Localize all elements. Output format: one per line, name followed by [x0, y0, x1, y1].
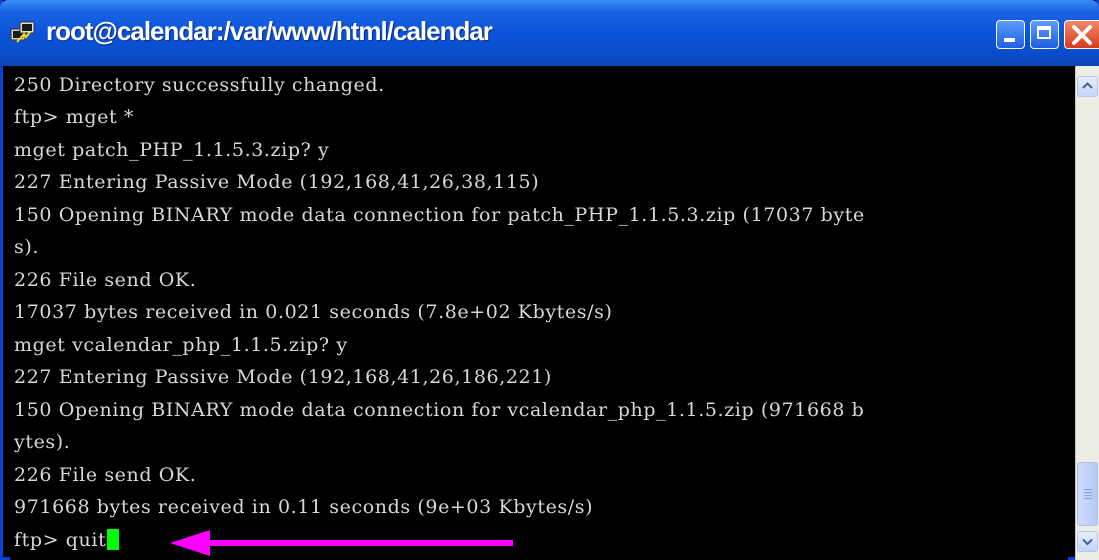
- window-title: root@calendar:/var/www/html/calendar: [46, 16, 493, 46]
- terminal-line: mget vcalendar_php_1.1.5.zip? y: [14, 334, 348, 356]
- terminal-line: 971668 bytes received in 0.11 seconds (9…: [14, 496, 594, 518]
- terminal-line: 17037 bytes received in 0.021 seconds (7…: [14, 301, 613, 323]
- terminal-line: ytes).: [14, 431, 71, 453]
- vertical-scrollbar[interactable]: [1075, 66, 1099, 560]
- terminal-line: 150 Opening BINARY mode data connection …: [14, 204, 865, 226]
- terminal-line: s).: [14, 236, 40, 258]
- terminal-line: 227 Entering Passive Mode (192,168,41,26…: [14, 171, 540, 193]
- terminal-line: 250 Directory successfully changed.: [14, 74, 385, 96]
- prompt-command: ftp> quit: [14, 529, 107, 551]
- terminal-line: ftp> mget *: [14, 106, 134, 128]
- scroll-thumb[interactable]: [1077, 462, 1098, 526]
- maximize-button[interactable]: [1030, 20, 1059, 49]
- close-button[interactable]: [1064, 20, 1099, 49]
- terminal-line: 227 Entering Passive Mode (192,168,41,26…: [14, 366, 552, 388]
- terminal-line: 226 File send OK.: [14, 269, 197, 291]
- arrow-left-icon: [170, 530, 513, 556]
- terminal-line: 226 File send OK.: [14, 464, 197, 486]
- command-prompt-line[interactable]: ftp> quit: [14, 529, 120, 551]
- close-icon: [1072, 25, 1092, 45]
- scroll-up-button[interactable]: [1077, 76, 1098, 97]
- scroll-down-button[interactable]: [1077, 531, 1098, 552]
- putty-terminal-icon: [10, 21, 35, 43]
- terminal-line: mget patch_PHP_1.1.5.3.zip? y: [14, 139, 330, 161]
- title-bar[interactable]: root@calendar:/var/www/html/calendar: [0, 0, 1099, 66]
- terminal-output[interactable]: 250 Directory successfully changed. ftp>…: [10, 68, 1068, 560]
- text-cursor: [107, 529, 120, 550]
- chevron-down-icon: [1082, 538, 1093, 546]
- terminal-line: 150 Opening BINARY mode data connection …: [14, 399, 865, 421]
- terminal-window: root@calendar:/var/www/html/calendar 250…: [0, 0, 1099, 560]
- minimize-button[interactable]: [996, 20, 1025, 49]
- chevron-up-icon: [1082, 82, 1093, 89]
